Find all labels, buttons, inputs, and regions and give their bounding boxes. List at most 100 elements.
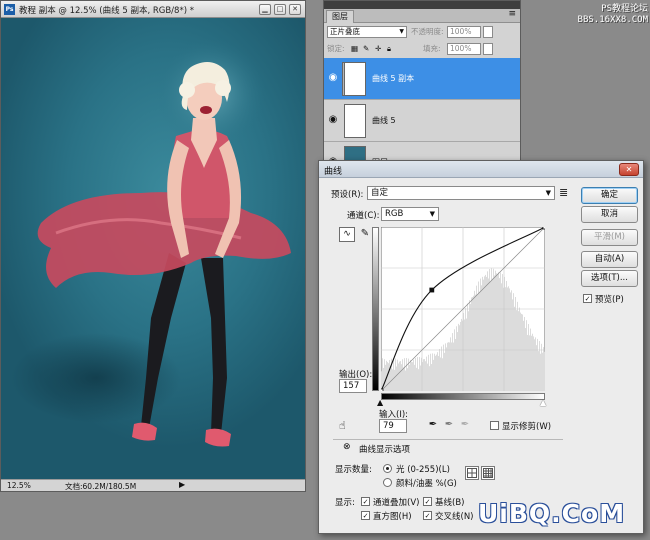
- panel-dock-strip[interactable]: [324, 1, 520, 9]
- opacity-input[interactable]: 100%: [447, 26, 481, 38]
- histogram-bar: [492, 278, 493, 391]
- histogram-bar: [529, 335, 530, 391]
- image-canvas[interactable]: [1, 18, 305, 480]
- curve-control-point[interactable]: [381, 388, 384, 391]
- input-input[interactable]: 79: [379, 419, 407, 433]
- status-menu-arrow-icon[interactable]: ▶: [179, 480, 185, 489]
- photo-of-woman: [11, 38, 292, 447]
- histogram-checkbox[interactable]: ✓: [361, 511, 370, 520]
- histogram-bar: [485, 274, 486, 391]
- histogram-bar: [496, 273, 497, 391]
- lock-transparent-icon[interactable]: ▦: [351, 43, 358, 55]
- curve-graph-svg[interactable]: [381, 227, 545, 391]
- baseline-checkbox[interactable]: ✓: [423, 497, 432, 506]
- histogram-bar: [429, 366, 430, 391]
- white-eyedropper-icon[interactable]: ✒: [459, 418, 471, 432]
- black-eyedropper-icon[interactable]: ✒: [427, 418, 439, 432]
- auto-button[interactable]: 自动(A): [581, 251, 638, 268]
- histogram-bar: [432, 353, 433, 391]
- pigment-radio[interactable]: [383, 478, 392, 487]
- chevron-down-icon: ▼: [429, 210, 435, 218]
- histogram-bar: [425, 361, 426, 391]
- ok-button[interactable]: 确定: [581, 187, 638, 204]
- lock-all-icon[interactable]: 🔒︎: [387, 43, 391, 55]
- curves-dialog: 曲线 ✕ 预设(R): 自定 ▼ ≣ 通道(C): RGB ▼ ∿ ✎ ▲ ▲ …: [318, 160, 644, 534]
- eye-icon[interactable]: ◉: [327, 72, 339, 84]
- histogram-bar: [394, 369, 395, 391]
- curve-control-point[interactable]: [429, 287, 435, 293]
- tab-layers[interactable]: 图层: [326, 10, 354, 23]
- histogram-bar: [396, 366, 397, 391]
- document-size-readout: 文档:60.2M/180.5M: [65, 482, 137, 491]
- smooth-button[interactable]: 平滑(M): [581, 229, 638, 246]
- histogram-label: 直方图(H): [373, 512, 412, 522]
- fill-slider-arrow-icon[interactable]: [483, 43, 493, 55]
- histogram-bar: [443, 344, 444, 391]
- histogram-bar: [384, 359, 385, 391]
- histogram-bar: [517, 301, 518, 391]
- close-button[interactable]: ✕: [289, 4, 301, 15]
- minimize-button[interactable]: ▁: [259, 4, 271, 15]
- close-button[interactable]: ✕: [619, 163, 639, 176]
- white-point-slider-icon[interactable]: ▲: [540, 398, 546, 407]
- curves-titlebar[interactable]: 曲线 ✕: [319, 161, 643, 178]
- histogram-bar: [457, 332, 458, 391]
- collapse-toggle-icon[interactable]: ⊗: [343, 442, 351, 452]
- curve-control-point[interactable]: [542, 227, 545, 230]
- histogram-bar: [441, 346, 442, 391]
- mask-thumbnail: [344, 104, 366, 138]
- eye-icon[interactable]: ◉: [327, 114, 339, 126]
- layer-row[interactable]: ◉ 曲线 5: [324, 100, 520, 142]
- simple-grid-icon[interactable]: [465, 466, 479, 480]
- document-titlebar[interactable]: Ps 教程 副本 @ 12.5% (曲线 5 副本, RGB/8*) * ▁ □…: [1, 1, 305, 18]
- light-radio[interactable]: [383, 464, 392, 473]
- histogram-bar: [469, 300, 470, 391]
- histogram-bar: [513, 293, 514, 391]
- histogram-bar: [410, 360, 411, 391]
- fill-input[interactable]: 100%: [447, 43, 481, 55]
- intersection-checkbox[interactable]: ✓: [423, 511, 432, 520]
- histogram-bar: [460, 321, 461, 391]
- pencil-icon[interactable]: ✎: [358, 227, 372, 242]
- histogram-bar: [484, 276, 485, 391]
- histogram-bar: [406, 357, 407, 391]
- hand-tool-icon[interactable]: ☝: [339, 419, 346, 432]
- lock-image-icon[interactable]: ✎: [363, 43, 369, 55]
- zoom-readout[interactable]: 12.5%: [7, 481, 31, 490]
- gray-eyedropper-icon[interactable]: ✒: [443, 418, 455, 432]
- baseline-label: 基线(B): [435, 498, 465, 508]
- channel-overlay-checkbox[interactable]: ✓: [361, 497, 370, 506]
- opacity-slider-arrow-icon[interactable]: [483, 26, 493, 38]
- black-point-slider-icon[interactable]: ▲: [377, 398, 383, 407]
- layer-row[interactable]: ◉ 曲线 5 副本: [324, 58, 520, 100]
- lock-position-icon[interactable]: ✛: [375, 43, 381, 55]
- curve-edit-icon[interactable]: ∿: [339, 227, 355, 242]
- histogram-bar: [440, 357, 441, 391]
- curve-graph[interactable]: [381, 227, 545, 391]
- preset-select[interactable]: 自定 ▼: [367, 186, 555, 200]
- histogram-bar: [506, 281, 507, 391]
- photoshop-icon: Ps: [4, 4, 15, 15]
- document-title: 教程 副本 @ 12.5% (曲线 5 副本, RGB/8*) *: [19, 6, 194, 16]
- preview-checkbox[interactable]: ✓: [583, 294, 592, 303]
- watermark-line: BBS.16XX8.COM: [577, 15, 648, 25]
- histogram-bar: [540, 353, 541, 391]
- panel-menu-icon[interactable]: ≡: [508, 9, 516, 19]
- output-input[interactable]: 157: [339, 379, 367, 393]
- histogram-bar: [399, 361, 400, 391]
- cancel-button[interactable]: 取消: [581, 206, 638, 223]
- show-clipping-checkbox[interactable]: [490, 421, 499, 430]
- maximize-button[interactable]: □: [274, 4, 286, 15]
- histogram-bar: [502, 274, 503, 391]
- channel-select[interactable]: RGB ▼: [381, 207, 439, 221]
- detailed-grid-icon[interactable]: [481, 466, 495, 480]
- histogram-bar: [511, 290, 512, 391]
- document-window: Ps 教程 副本 @ 12.5% (曲线 5 副本, RGB/8*) * ▁ □…: [0, 0, 306, 492]
- options-button[interactable]: 选项(T)...: [581, 270, 638, 287]
- divider: [333, 439, 563, 440]
- preset-menu-icon[interactable]: ≣: [559, 186, 568, 199]
- histogram-bar: [437, 352, 438, 391]
- histogram-bar: [512, 299, 513, 391]
- histogram-bar: [489, 269, 490, 391]
- blend-mode-select[interactable]: 正片叠底 ▼: [327, 26, 407, 38]
